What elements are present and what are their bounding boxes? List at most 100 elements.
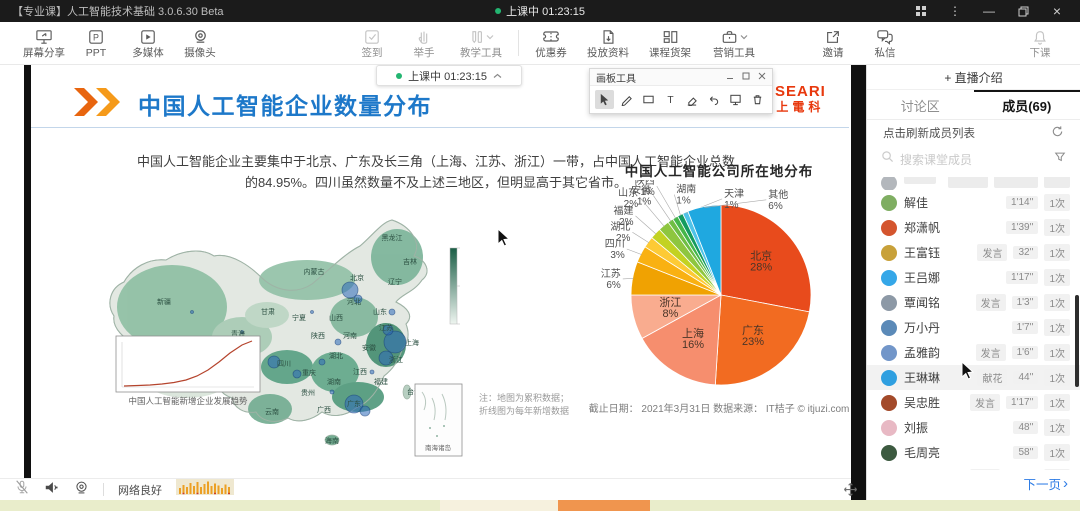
speaker-icon[interactable]	[44, 480, 60, 500]
member-row[interactable]: 覃闻铭发言1'3''1次	[867, 290, 1080, 315]
text-tool-icon[interactable]: T	[661, 90, 680, 109]
member-list-scrollbar[interactable]	[1075, 295, 1079, 387]
document-icon	[601, 28, 616, 46]
ppt-button[interactable]: P PPT	[70, 28, 122, 59]
microphone-muted-icon[interactable]	[14, 479, 30, 500]
layout-grid-icon[interactable]	[914, 4, 928, 18]
member-row[interactable]: 万小丹1'7''1次	[867, 315, 1080, 340]
badge-clipped	[1044, 177, 1070, 188]
map-label-山东: 山东	[373, 307, 387, 316]
pie-label-上海: 上海16%	[682, 326, 704, 351]
course-shelf-button[interactable]: 课程货架	[639, 28, 701, 59]
member-search-input[interactable]: 搜索课堂成员	[867, 146, 1080, 172]
select-tool-icon[interactable]	[595, 90, 614, 109]
member-row[interactable]: 潘可中发言1'20''1次	[867, 465, 1080, 470]
raise-hand-button[interactable]: 举手	[398, 28, 450, 59]
tab-discussion[interactable]: 讨论区	[867, 90, 974, 119]
camera-button[interactable]: 摄像头	[174, 28, 226, 59]
check-in-button[interactable]: 签到	[346, 28, 398, 59]
end-class-button[interactable]: 下课	[1014, 28, 1066, 59]
coupon-button[interactable]: 优惠券	[525, 28, 577, 59]
app-window: 【专业课】人工智能技术基础 3.0.6.30 Beta 上课中 01:23:15…	[0, 0, 1080, 511]
more-menu-icon[interactable]: ⋮	[948, 4, 962, 18]
member-row[interactable]: 王吕娜1'17''1次	[867, 265, 1080, 290]
member-name: 刘振	[904, 419, 1006, 436]
board-tool-icon[interactable]	[726, 90, 745, 109]
speak-badge[interactable]: 发言	[976, 344, 1006, 361]
screen-share-button[interactable]: 屏幕分享	[18, 28, 70, 59]
panel-minimize-icon[interactable]	[726, 72, 734, 83]
speak-badge[interactable]: 发言	[976, 294, 1006, 311]
restore-button[interactable]	[1016, 4, 1030, 18]
member-row[interactable]: 吴忠胜发言1'17''1次	[867, 390, 1080, 415]
pie-leader-line	[623, 278, 634, 279]
member-row[interactable]	[867, 177, 1080, 190]
teaching-tools-icon	[469, 29, 484, 45]
chevron-up-icon[interactable]	[493, 70, 502, 82]
refresh-icon[interactable]	[1051, 125, 1064, 141]
avatar	[881, 220, 897, 236]
speak-badge[interactable]: 发言	[970, 394, 1000, 411]
pie-label-北京: 北京28%	[750, 249, 772, 274]
map-inset-caption: 中国人工智能新增企业发展趋势	[128, 396, 248, 406]
next-page-button[interactable]: 下一页 ›	[1023, 474, 1068, 493]
webcam-status-icon[interactable]	[74, 480, 89, 500]
footer-divider	[103, 483, 104, 496]
rectangle-tool-icon[interactable]	[639, 90, 658, 109]
chevron-down-icon	[486, 34, 494, 40]
pie-label-江苏: 江苏6%	[601, 267, 621, 291]
tab-members[interactable]: 成员(69)	[974, 90, 1080, 119]
bell-icon	[1032, 28, 1048, 46]
presentation-stage: 上课中 01:23:15 画板工具 T	[0, 65, 866, 500]
member-row[interactable]: 刘振48''1次	[867, 415, 1080, 440]
map-label-河北: 河北	[347, 298, 361, 306]
speak-badge[interactable]: 献花	[977, 369, 1007, 386]
avatar	[881, 245, 897, 261]
teaching-tools-button[interactable]: 教学工具	[450, 28, 512, 59]
clear-trash-tool-icon[interactable]	[748, 90, 767, 109]
member-row[interactable]: 解佳1'14''1次	[867, 190, 1080, 215]
invite-button[interactable]: 邀请	[807, 28, 859, 59]
map-label-内蒙古: 内蒙古	[304, 267, 325, 276]
speak-badge[interactable]: 发言	[977, 244, 1007, 261]
fullscreen-expand-icon[interactable]	[843, 482, 858, 500]
filter-funnel-icon[interactable]	[1054, 150, 1066, 168]
eraser-tool-icon[interactable]	[682, 90, 701, 109]
class-timer-pill[interactable]: 上课中 01:23:15	[376, 65, 522, 86]
map-label-广西: 广西	[317, 405, 331, 414]
speak-badge[interactable]: 发言	[970, 469, 1000, 470]
time-badge: 48''	[1013, 421, 1038, 434]
member-row[interactable]: 毛周亮58''1次	[867, 440, 1080, 465]
count-badge: 1次	[1044, 294, 1070, 311]
undo-tool-icon[interactable]	[704, 90, 723, 109]
marketing-tools-button[interactable]: 营销工具	[701, 28, 767, 59]
refresh-members-row[interactable]: 点击刷新成员列表	[867, 120, 1080, 146]
panel-close-icon[interactable]	[758, 72, 766, 83]
seari-logo: SEARI 上電科	[775, 84, 826, 113]
private-message-button[interactable]: 私信	[859, 28, 911, 59]
close-button[interactable]: ×	[1050, 4, 1064, 18]
map-inset-trend-chart	[116, 336, 260, 392]
pen-tool-icon[interactable]	[617, 90, 636, 109]
count-badge: 1次	[1044, 194, 1070, 211]
member-row[interactable]: 王富钰发言32''1次	[867, 240, 1080, 265]
count-badge: 1次	[1044, 344, 1070, 361]
map-label-四川: 四川	[277, 360, 291, 368]
map-label-山西: 山西	[329, 313, 343, 322]
south-sea-inset: 南海诸岛	[415, 384, 462, 456]
toolbar-divider	[518, 30, 519, 56]
count-badge: 1次	[1044, 319, 1070, 336]
minimize-button[interactable]: —	[982, 4, 996, 18]
pie-label-广东: 广东23%	[742, 324, 764, 348]
map-label-上海: 上海	[405, 338, 419, 347]
materials-button[interactable]: 投放资料	[577, 28, 639, 59]
network-status: 网络良好	[118, 482, 162, 498]
member-row[interactable]: 郑潇帆1'39''1次	[867, 215, 1080, 240]
avatar	[881, 445, 897, 461]
live-dot-icon	[396, 73, 402, 79]
panel-maximize-icon[interactable]	[742, 72, 750, 83]
media-button[interactable]: 多媒体	[122, 28, 174, 59]
map-label-海南: 海南	[325, 436, 339, 445]
pie-label-浙江: 浙江8%	[659, 296, 681, 320]
live-intro-button[interactable]: + 直播介绍	[867, 65, 1080, 90]
